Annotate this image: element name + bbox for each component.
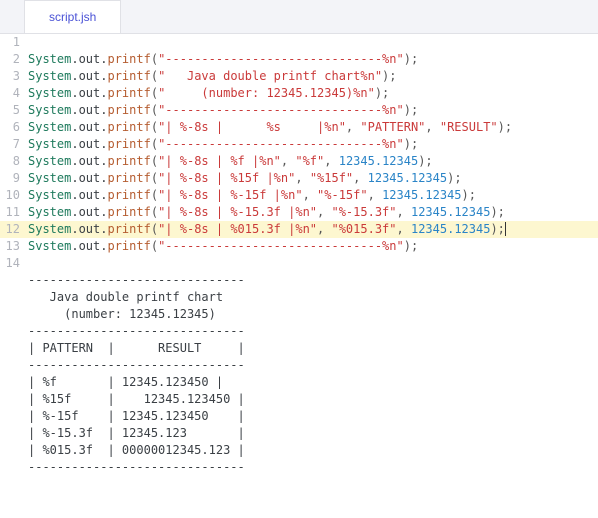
code-line: 9 System.out.printf("| %-8s | %15f |%n",… <box>0 170 598 187</box>
code-line: 3 System.out.printf(" Java double printf… <box>0 68 598 85</box>
output-line: | %015.3f | 00000012345.123 | <box>0 442 598 459</box>
line-number: 6 <box>0 119 28 136</box>
output-line: ------------------------------ <box>0 272 598 289</box>
code-content: System.out.printf("---------------------… <box>28 136 598 153</box>
output-line: Java double printf chart <box>0 289 598 306</box>
code-content: System.out.printf(" Java double printf c… <box>28 68 598 85</box>
output-line: | %f | 12345.123450 | <box>0 374 598 391</box>
line-number: 7 <box>0 136 28 153</box>
code-line: 6 System.out.printf("| %-8s | %s |%n", "… <box>0 119 598 136</box>
line-number: 9 <box>0 170 28 187</box>
code-content: System.out.printf("| %-8s | %-15.3f |%n"… <box>28 204 598 221</box>
output-line: (number: 12345.12345) <box>0 306 598 323</box>
code-line: 8 System.out.printf("| %-8s | %f |%n", "… <box>0 153 598 170</box>
code-line: 1 <box>0 34 598 51</box>
output-line: | PATTERN | RESULT | <box>0 340 598 357</box>
line-number: 14 <box>0 255 28 272</box>
tab-bar: script.jsh <box>0 0 598 34</box>
line-number: 13 <box>0 238 28 255</box>
code-content: Svstem.out.printf("---------------------… <box>28 238 598 255</box>
code-content: System.out.printf(" (number: 12345.12345… <box>28 85 598 102</box>
code-line: 14 <box>0 255 598 272</box>
code-content: System.out.printf("| %-8s | %s |%n", "PA… <box>28 119 598 136</box>
code-line: 10 System.out.printf("| %-8s | %-15f |%n… <box>0 187 598 204</box>
output-line: | %-15f | 12345.123450 | <box>0 408 598 425</box>
line-number: 2 <box>0 51 28 68</box>
code-content: System.out.printf("---------------------… <box>28 102 598 119</box>
line-number: 8 <box>0 153 28 170</box>
code-content: System.out.printf("| %-8s | %f |%n", "%f… <box>28 153 598 170</box>
code-content: System.out.printf("| %-8s | %-15f |%n", … <box>28 187 598 204</box>
tab-label: script.jsh <box>49 10 96 24</box>
code-line: 2 System.out.printf("-------------------… <box>0 51 598 68</box>
code-line-highlighted: 12 System.out.printf("| %-8s | %015.3f |… <box>0 221 598 238</box>
code-line: 4 System.out.printf(" (number: 12345.123… <box>0 85 598 102</box>
output-line: | %15f | 12345.123450 | <box>0 391 598 408</box>
output-line: ------------------------------ <box>0 357 598 374</box>
line-number: 4 <box>0 85 28 102</box>
code-line: 7 System.out.printf("-------------------… <box>0 136 598 153</box>
code-content: System.out.printf("---------------------… <box>28 51 598 68</box>
line-number: 5 <box>0 102 28 119</box>
output-line: | %-15.3f | 12345.123 | <box>0 425 598 442</box>
code-content: System.out.printf("| %-8s | %15f |%n", "… <box>28 170 598 187</box>
tab-script[interactable]: script.jsh <box>24 0 121 33</box>
line-number: 1 <box>0 34 28 51</box>
code-content: System.out.printf("| %-8s | %015.3f |%n"… <box>28 221 598 238</box>
output-line: ------------------------------ <box>0 459 598 476</box>
code-line: 13 Svstem.out.printf("------------------… <box>0 238 598 255</box>
code-line: 5 System.out.printf("-------------------… <box>0 102 598 119</box>
output-line: ------------------------------ <box>0 323 598 340</box>
code-line: 11 System.out.printf("| %-8s | %-15.3f |… <box>0 204 598 221</box>
code-editor[interactable]: 1 2 System.out.printf("-----------------… <box>0 34 598 518</box>
line-number: 10 <box>0 187 28 204</box>
line-number: 11 <box>0 204 28 221</box>
line-number: 12 <box>0 221 28 238</box>
line-number: 3 <box>0 68 28 85</box>
